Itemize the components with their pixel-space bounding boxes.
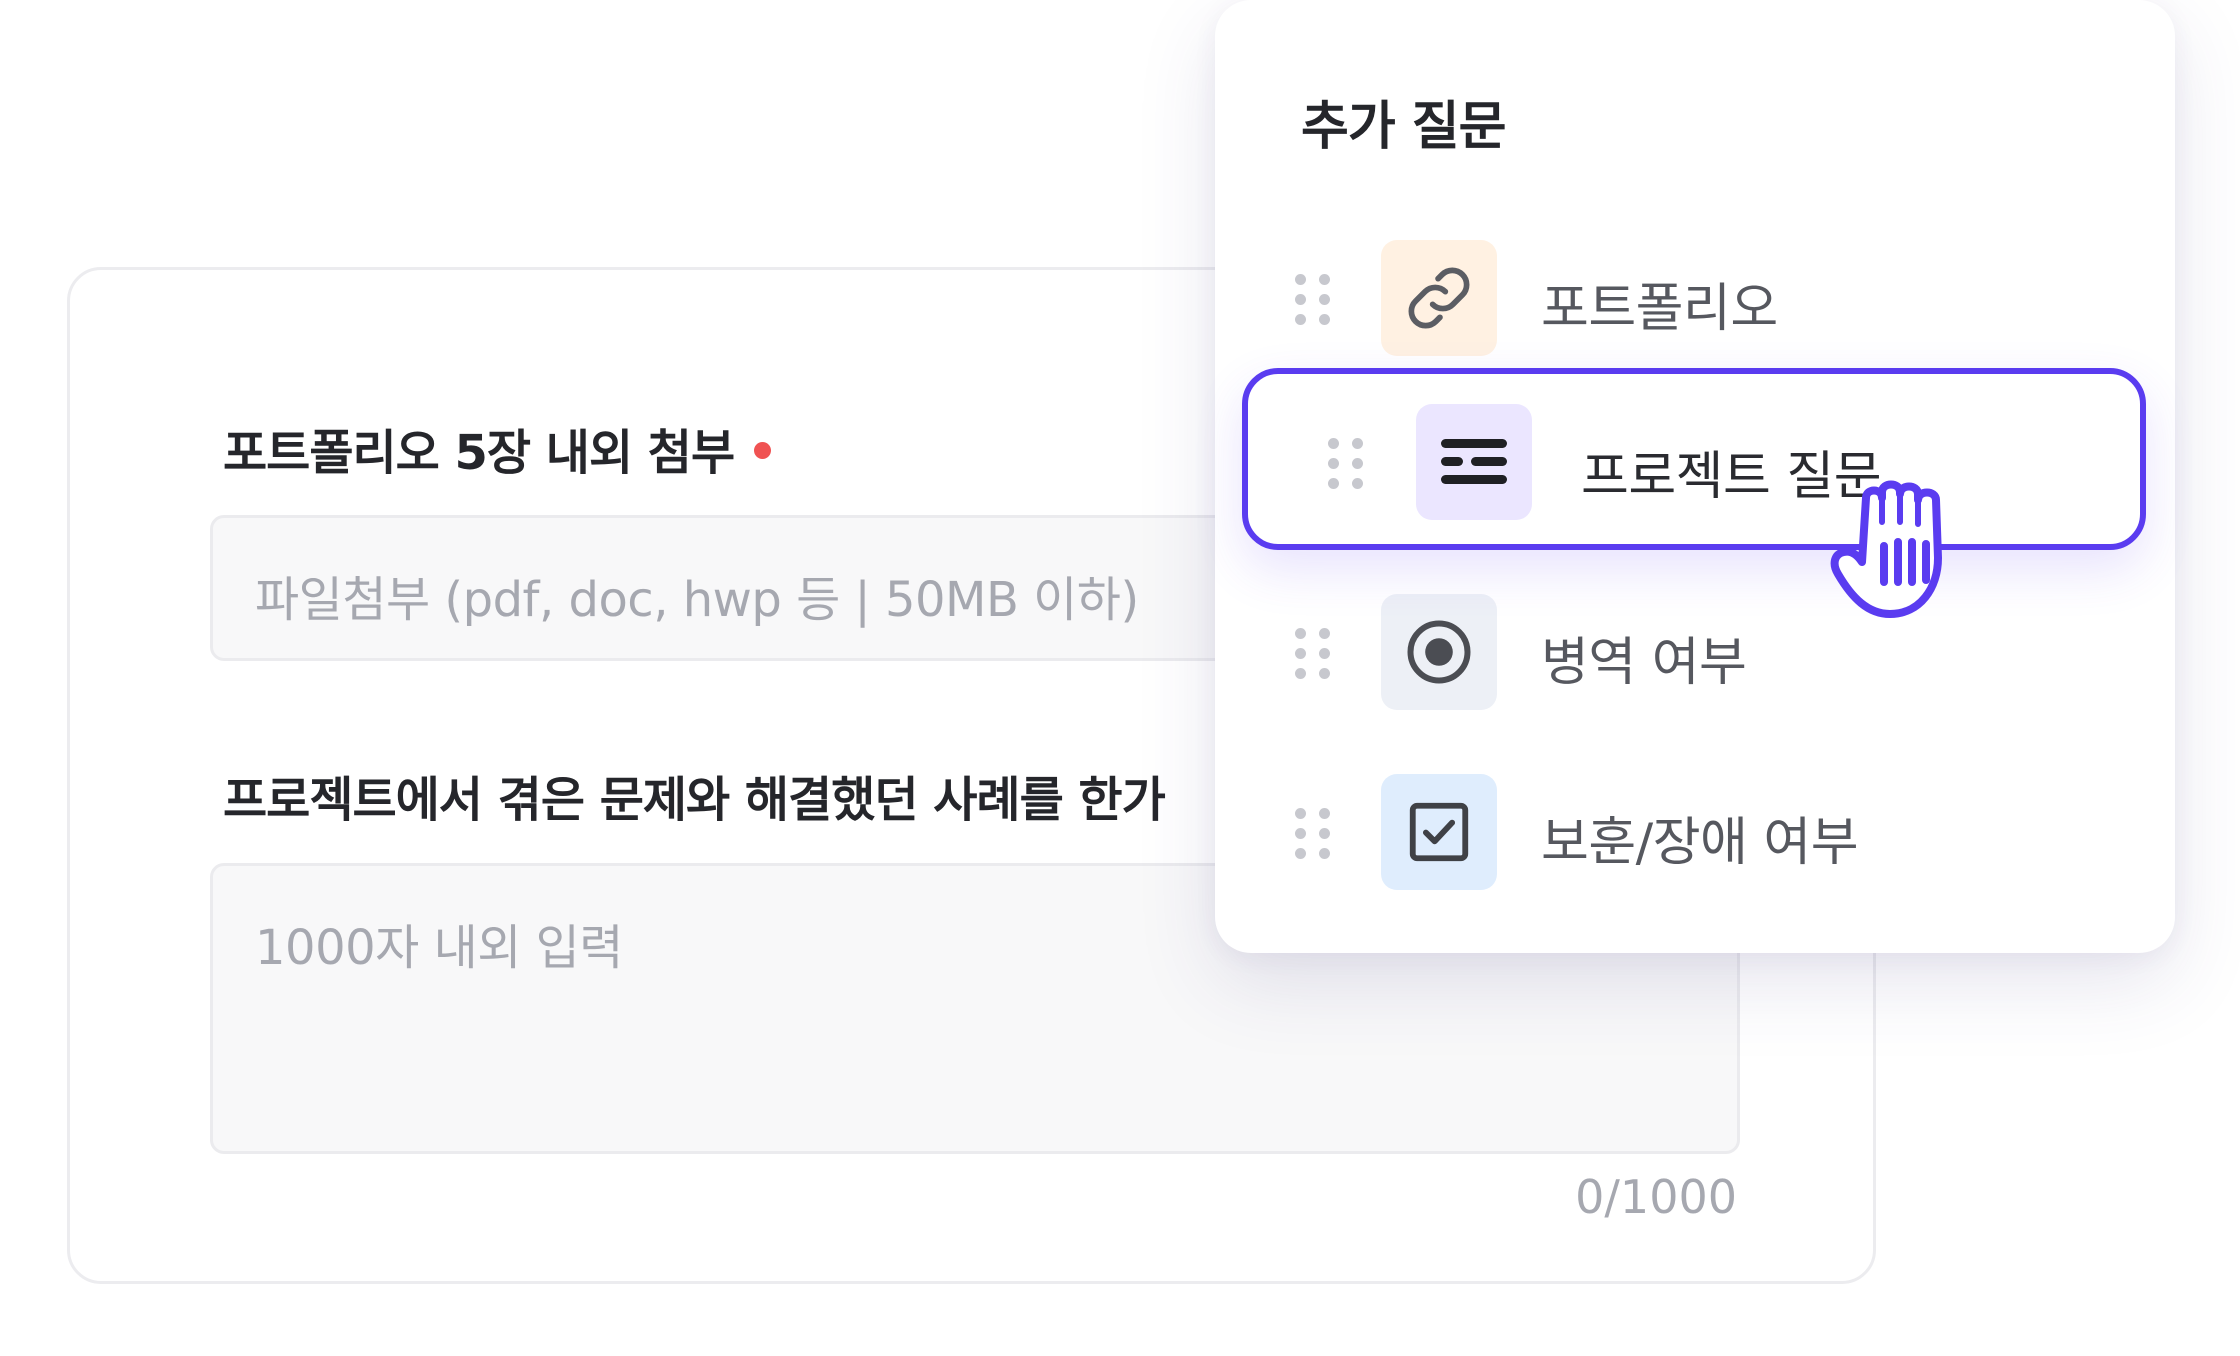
question-type-item-portfolio[interactable]: 포트폴리오: [1215, 236, 2175, 356]
required-indicator: [754, 441, 772, 459]
drag-handle-icon[interactable]: [1295, 628, 1331, 680]
file-attach-placeholder: 파일첨부 (pdf, doc, hwp 등 | 50MB 이하): [255, 572, 1139, 628]
popover-title: 추가 질문: [1301, 97, 1506, 157]
question-portfolio-label: 포트폴리오 5장 내외 첨부: [223, 425, 735, 481]
question-type-label: 포트폴리오: [1541, 279, 1778, 339]
link-icon: [1381, 240, 1497, 356]
checkbox-icon: [1381, 774, 1497, 890]
question-type-item-veteran-disability[interactable]: 보훈/장애 여부: [1215, 770, 2175, 890]
drag-handle-icon[interactable]: [1295, 808, 1331, 860]
radio-icon: [1381, 594, 1497, 710]
grab-hand-cursor-icon: [1828, 478, 1974, 622]
drag-handle-icon[interactable]: [1295, 274, 1331, 326]
question-type-label: 병역 여부: [1541, 633, 1747, 693]
question-project-label: 프로젝트에서 겪은 문제와 해결했던 사례를 한가: [223, 772, 1166, 828]
drag-handle-icon[interactable]: [1328, 438, 1364, 490]
question-type-item-military[interactable]: 병역 여부: [1215, 590, 2175, 710]
question-portfolio-title: 포트폴리오 5장 내외 첨부: [223, 413, 772, 483]
question-type-label: 보훈/장애 여부: [1541, 813, 1859, 873]
question-type-item-project-dragging[interactable]: 프로젝트 질문: [1242, 368, 2146, 550]
char-counter: 0/1000: [1575, 1170, 1737, 1224]
answer-placeholder: 1000자 내외 입력: [255, 920, 623, 976]
text-lines-icon: [1416, 404, 1532, 520]
